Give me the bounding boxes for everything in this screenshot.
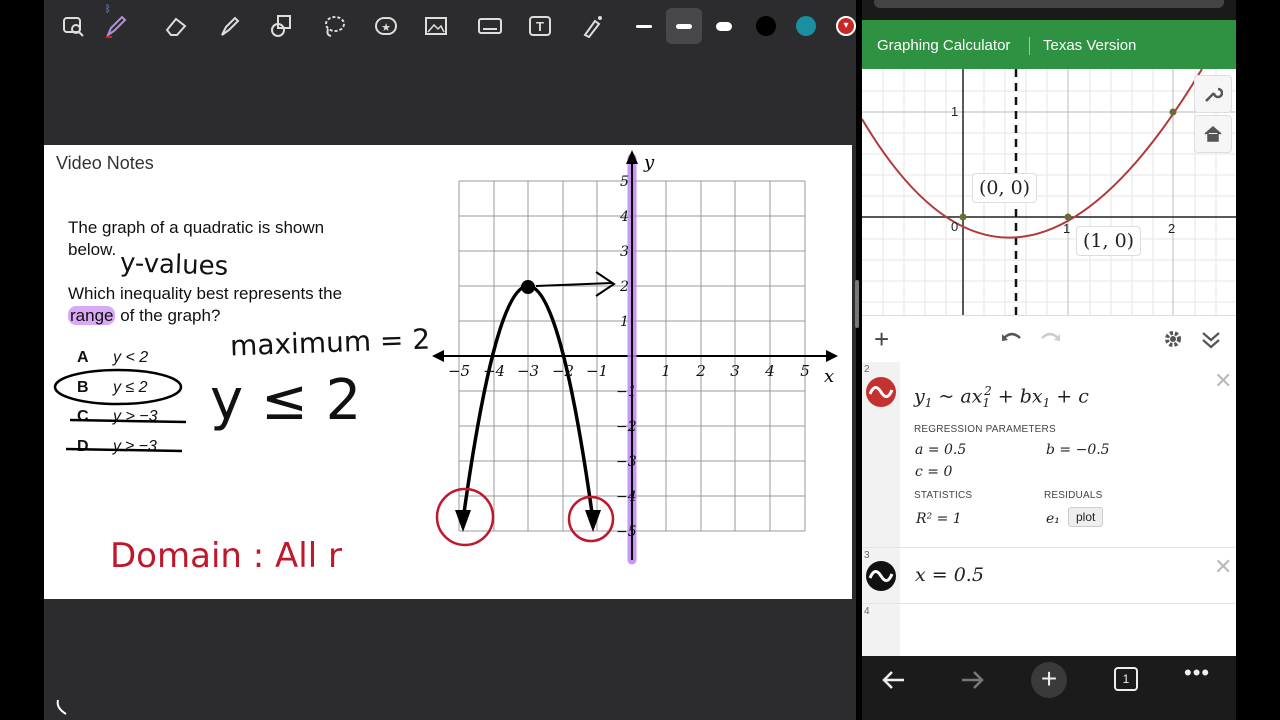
y-values-note: y-values [119,248,229,282]
option-b-circle [53,368,183,406]
expression-row[interactable]: 3 x = 0.5 ✕ [862,548,1236,604]
point-label-1-0[interactable]: (1, 0) [1076,226,1142,256]
quadratic-graph: −5 −4 −3 −2 −1 1 2 3 4 5 5 4 3 2 1 −1 −2… [432,150,838,565]
x-tick-label: 1 [661,362,671,380]
param-b: b = −0.5 [1046,442,1110,458]
undo-icon[interactable] [1000,328,1024,348]
x-tick-1: 1 [1063,221,1071,236]
param-c: c = 0 [915,464,953,480]
redo-icon[interactable] [1038,328,1062,348]
regression-expression[interactable]: y1 ~ ax12 + bx1 + c [914,384,1089,410]
maximum-note: maximum = 2 [229,322,431,363]
r-squared: R² = 1 [916,511,962,527]
x-tick-2: 2 [1168,221,1176,236]
home-icon[interactable] [1194,115,1232,153]
gear-icon[interactable] [1162,328,1184,350]
y-axis-label: y [643,152,655,173]
y-tick-label: 4 [619,209,629,225]
x-tick-label: −5 [448,362,470,380]
phone-icon [56,699,67,715]
regression-curve [862,69,1203,239]
graph-style-icon[interactable] [865,560,897,592]
plot-residuals-button[interactable]: plot [1068,507,1104,527]
chevron-double-down-icon[interactable] [1200,328,1222,350]
expression-gutter: 3 [862,548,900,603]
wrench-icon[interactable] [1194,75,1232,113]
x-tick-label: 4 [764,362,775,380]
statistics-header: STATISTICS [914,490,973,501]
x-tick-label: −1 [586,362,608,380]
more-icon[interactable]: ••• [1184,660,1210,686]
expression-gutter: 2 [862,362,900,547]
expression-row[interactable]: 4 [862,604,1236,656]
y-tick-label: 3 [620,244,629,260]
param-a: a = 0.5 [915,442,967,458]
y-tick-label: −2 [616,419,637,435]
y-tick-label: 1 [620,314,629,330]
plus-icon[interactable]: + [874,324,889,355]
x-tick-label: 5 [800,362,810,380]
calculator-graph[interactable]: 0 1 2 1 (0, 0) (1, 0) [862,69,1236,315]
x-tick-0: 0 [951,219,959,234]
forward-arrow-icon[interactable] [958,668,986,692]
y-tick-label: −5 [616,524,637,540]
x-tick-label: 2 [695,362,706,380]
y-tick-1: 1 [951,104,959,119]
y-tick-label: −3 [616,454,637,470]
texas-version-link[interactable]: Texas Version [1043,37,1136,54]
x-tick-label: −4 [483,362,505,380]
y-tick-label: 2 [619,279,629,295]
expression-gutter: 4 [862,604,900,656]
x-tick-label: −2 [552,362,574,380]
y-tick-label: −1 [616,384,637,400]
tab-count-icon[interactable]: 1 [1114,667,1138,691]
y-tick-label: 5 [620,174,629,190]
graphing-calculator-link[interactable]: Graphing Calculator [877,37,1010,54]
split-view-handle[interactable] [855,280,859,328]
expression-row[interactable]: 2 y1 ~ ax12 + bx1 + c ✕ REGRESSION PARAM… [862,362,1236,548]
expression-number: 2 [864,364,870,375]
header-divider [1029,37,1030,55]
option-d-strike [65,447,183,453]
domain-note: Domain : All r [110,536,342,576]
answer-note: y ≤ 2 [210,368,362,433]
address-bar[interactable] [874,0,1224,8]
regression-params-header: REGRESSION PARAMETERS [914,424,1056,435]
x-axis-label: x [824,366,834,387]
back-arrow-icon[interactable] [880,668,908,692]
expression-input[interactable]: x = 0.5 [915,564,984,586]
residuals-header: RESIDUALS [1044,490,1103,501]
x-tick-label: −3 [517,362,539,380]
x-tick-label: 3 [730,362,740,380]
option-c-strike [69,418,187,424]
vertex-point [521,280,535,294]
y-tick-label: −4 [616,489,637,505]
expression-number: 4 [864,606,870,617]
expression-controls: + [862,315,1236,362]
point-label-0-0[interactable]: (0, 0) [972,173,1038,203]
delete-expression-icon[interactable]: ✕ [1214,554,1232,580]
residual-variable: e₁ [1046,511,1060,527]
browser-bottom-bar: + 1 ••• [862,656,1236,720]
new-tab-plus-icon[interactable]: + [1031,662,1067,698]
regression-icon[interactable] [865,376,897,408]
delete-expression-icon[interactable]: ✕ [1214,368,1232,394]
